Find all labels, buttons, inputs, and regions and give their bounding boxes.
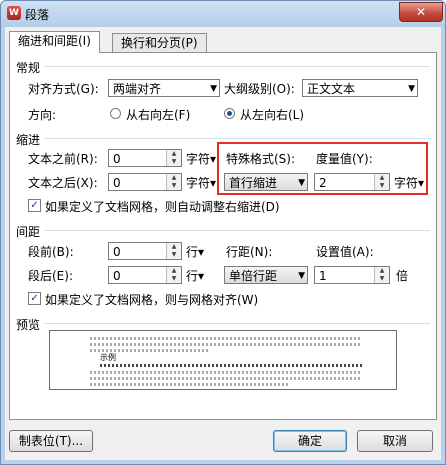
paragraph-dialog: W 段落 ✕ 缩进和间距(I) 换行和分页(P) 常规 对齐方式(G): 两端对…: [0, 0, 446, 465]
dialog-body: 缩进和间距(I) 换行和分页(P) 常规 对齐方式(G): 两端对齐 ▼ 大纲级…: [5, 27, 441, 460]
dialog-title: 段落: [25, 8, 50, 22]
line-spacing-value: 单倍行距: [229, 269, 278, 283]
spin-up-icon[interactable]: ▲: [167, 243, 181, 251]
line-spacing-select[interactable]: 单倍行距 ▼: [224, 266, 308, 284]
tab-indent-spacing[interactable]: 缩进和间距(I): [9, 31, 100, 53]
spacing-grid-checkbox[interactable]: ✓: [28, 292, 41, 305]
indent-before-label: 文本之前(R):: [28, 152, 98, 166]
space-after-unit[interactable]: 行▾: [186, 267, 204, 284]
highlight-box: [217, 142, 428, 195]
divider: [44, 323, 430, 324]
alignment-value: 两端对齐: [113, 82, 162, 96]
app-icon: W: [7, 6, 21, 20]
chevron-down-icon: ▼: [210, 84, 217, 94]
line-spacing-label: 行距(N):: [226, 245, 273, 259]
indent-before-input[interactable]: 0 ▲ ▼: [108, 149, 182, 167]
alignment-label: 对齐方式(G):: [28, 82, 99, 96]
preview-line: [90, 371, 362, 374]
tab-line-page-breaks[interactable]: 换行和分页(P): [112, 33, 207, 52]
space-before-unit[interactable]: 行▾: [186, 243, 204, 260]
space-after-input[interactable]: 0 ▲ ▼: [108, 266, 182, 284]
preview-line: [90, 383, 290, 386]
indent-before-unit[interactable]: 字符▾: [186, 150, 216, 167]
section-preview: 预览: [16, 318, 41, 332]
outline-level-label: 大纲级别(O):: [224, 82, 295, 96]
preview-sample-text: 示例: [100, 353, 116, 362]
space-before-label: 段前(B):: [28, 245, 74, 259]
spinner-buttons[interactable]: ▲ ▼: [374, 267, 389, 283]
preview-line: [100, 364, 362, 367]
indent-after-input[interactable]: 0 ▲ ▼: [108, 173, 182, 191]
setting-value-input[interactable]: 1 ▲ ▼: [314, 266, 390, 284]
indent-after-value: 0: [113, 176, 121, 190]
section-spacing: 间距: [16, 225, 41, 239]
divider: [44, 230, 430, 231]
space-after-value: 0: [113, 269, 121, 283]
space-before-value: 0: [113, 245, 121, 259]
cancel-button[interactable]: 取消: [357, 430, 433, 452]
setting-value: 1: [319, 269, 327, 283]
divider: [44, 138, 430, 139]
outline-level-select[interactable]: 正文文本 ▼: [302, 79, 418, 97]
indent-after-label: 文本之后(X):: [28, 176, 98, 190]
spin-down-icon[interactable]: ▼: [167, 275, 181, 283]
indent-before-value: 0: [113, 152, 121, 166]
spin-down-icon[interactable]: ▼: [167, 182, 181, 190]
ok-button[interactable]: 确定: [273, 430, 347, 452]
preview-line: [90, 343, 362, 346]
section-general: 常规: [16, 61, 41, 75]
space-before-input[interactable]: 0 ▲ ▼: [108, 242, 182, 260]
rtl-label: 从右向左(F): [126, 108, 191, 122]
section-indent: 缩进: [16, 133, 41, 147]
spin-up-icon[interactable]: ▲: [375, 267, 389, 275]
indent-grid-checkbox[interactable]: ✓: [28, 199, 41, 212]
ltr-label: 从左向右(L): [240, 108, 305, 122]
direction-label: 方向:: [28, 108, 57, 122]
space-after-label: 段后(E):: [28, 269, 73, 283]
spacing-grid-label: 如果定义了文档网格，则与网格对齐(W): [45, 293, 259, 307]
title-bar[interactable]: W 段落 ✕: [1, 1, 445, 27]
close-button[interactable]: ✕: [399, 2, 443, 22]
spin-down-icon[interactable]: ▼: [375, 275, 389, 283]
preview-line: [90, 377, 362, 380]
spin-up-icon[interactable]: ▲: [167, 174, 181, 182]
alignment-select[interactable]: 两端对齐 ▼: [108, 79, 220, 97]
spinner-buttons[interactable]: ▲ ▼: [166, 174, 181, 190]
spin-up-icon[interactable]: ▲: [167, 150, 181, 158]
ltr-radio[interactable]: [224, 108, 235, 119]
preview-line: [90, 349, 210, 352]
setting-value-label: 设置值(A):: [316, 245, 374, 259]
setting-value-unit: 倍: [396, 269, 409, 283]
spin-down-icon[interactable]: ▼: [167, 251, 181, 259]
spin-up-icon[interactable]: ▲: [167, 267, 181, 275]
spinner-buttons[interactable]: ▲ ▼: [166, 267, 181, 283]
outline-level-value: 正文文本: [307, 82, 356, 96]
spinner-buttons[interactable]: ▲ ▼: [166, 150, 181, 166]
chevron-down-icon: ▼: [298, 271, 305, 281]
divider: [44, 66, 430, 67]
indent-grid-label: 如果定义了文档网格，则自动调整右缩进(D): [45, 200, 280, 214]
chevron-down-icon: ▼: [408, 84, 415, 94]
paragraph-preview: 示例: [49, 330, 397, 390]
rtl-radio[interactable]: [110, 108, 121, 119]
spinner-buttons[interactable]: ▲ ▼: [166, 243, 181, 259]
spin-down-icon[interactable]: ▼: [167, 158, 181, 166]
tab-stops-button[interactable]: 制表位(T)...: [9, 430, 93, 452]
preview-line: [90, 337, 362, 340]
indent-after-unit[interactable]: 字符▾: [186, 174, 216, 191]
